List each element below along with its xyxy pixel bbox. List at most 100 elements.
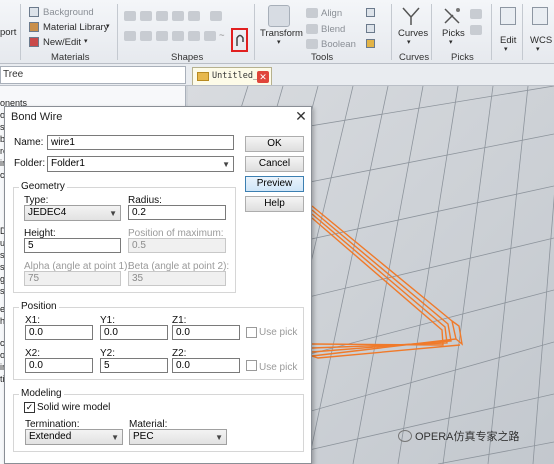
cancel-button[interactable]: Cancel (245, 156, 304, 172)
edit-icon[interactable] (500, 7, 516, 25)
tool-icon[interactable] (366, 24, 375, 33)
picks-button[interactable]: Picks (442, 28, 465, 39)
solid-wire-checkbox[interactable]: ✓ (24, 402, 35, 413)
pick-option-icon[interactable] (470, 9, 482, 19)
picks-icon[interactable] (441, 5, 463, 27)
curves-button[interactable]: Curves (398, 28, 428, 39)
chevron-down-icon: ▾ (106, 23, 110, 30)
edit-button[interactable]: Edit (500, 35, 516, 46)
sphere-shape-icon[interactable] (140, 11, 152, 21)
y2-field[interactable]: 5 (100, 358, 168, 373)
x1-field[interactable]: 0.0 (25, 325, 93, 340)
y1-field[interactable]: 0.0 (100, 325, 168, 340)
bond-wire-highlight (231, 28, 248, 52)
chevron-down-icon: ▾ (84, 38, 88, 45)
trace-shape-icon[interactable] (172, 31, 184, 41)
sweep-shape-icon[interactable] (156, 31, 168, 41)
material-value: PEC (133, 431, 154, 442)
chevron-down-icon: ▾ (536, 46, 540, 53)
position-of-maximum-field: 0.5 (128, 238, 226, 253)
use-pick-1-checkbox[interactable] (246, 327, 257, 338)
wire-shape-icon[interactable] (204, 31, 216, 41)
blend-button[interactable]: Blend (321, 24, 345, 35)
chevron-down-icon: ▼ (111, 433, 119, 442)
x2-field[interactable]: 0.0 (25, 358, 93, 373)
ok-button[interactable]: OK (245, 136, 304, 152)
document-tab-title: Untitled_0 (212, 71, 264, 81)
tool-icon[interactable] (366, 39, 375, 48)
type-select[interactable]: JEDEC4 ▼ (24, 205, 121, 221)
watermark-text: OPERA仿真专家之路 (415, 431, 520, 443)
blend-icon (306, 24, 318, 34)
geometry-title: Geometry (19, 181, 67, 192)
height-field[interactable]: 5 (24, 238, 121, 253)
material-select[interactable]: PEC ▼ (129, 429, 227, 445)
alpha-field: 75 (24, 271, 121, 286)
position-title: Position (19, 301, 59, 312)
ribbon-toolbar: port Background Material Library ▾ New/E… (0, 0, 554, 64)
z2-field[interactable]: 0.0 (172, 358, 240, 373)
z1-field[interactable]: 0.0 (172, 325, 240, 340)
loft-shape-icon[interactable] (140, 31, 152, 41)
wcs-icon[interactable] (532, 7, 548, 25)
materials-group-label: Materials (51, 52, 90, 63)
preview-button[interactable]: Preview (245, 176, 304, 192)
tools-group-label: Tools (311, 52, 334, 63)
cone-shape-icon[interactable] (172, 11, 184, 21)
chevron-down-icon: ▾ (449, 39, 453, 46)
name-label: Name: (14, 137, 44, 148)
tree-panel-header[interactable]: Tree (0, 66, 186, 84)
modeling-title: Modeling (19, 388, 64, 399)
brick-shape-icon[interactable] (124, 11, 136, 21)
close-dialog-icon[interactable]: ✕ (292, 108, 310, 124)
curves-icon[interactable] (400, 5, 422, 27)
transform-button[interactable]: Transform (260, 28, 303, 39)
import-label-cut[interactable]: port (0, 27, 16, 38)
use-pick-1-label: Use pick (259, 327, 298, 338)
use-pick-2-checkbox[interactable] (246, 360, 257, 371)
help-button[interactable]: Help (245, 196, 304, 212)
new-edit-button[interactable]: New/Edit (43, 37, 81, 48)
beta-field: 35 (128, 271, 226, 286)
shape-icon[interactable] (188, 31, 200, 41)
extrude-shape-icon[interactable] (210, 11, 222, 21)
picks-group-label: Picks (451, 52, 474, 63)
folder-label: Folder: (14, 158, 46, 169)
transform-icon[interactable] (268, 5, 290, 27)
type-value: JEDEC4 (28, 207, 67, 218)
chevron-down-icon: ▼ (215, 433, 223, 442)
shapes-group-label: Shapes (171, 52, 204, 63)
boolean-button[interactable]: Boolean (321, 39, 356, 50)
tree-tab-label: Tree (3, 69, 24, 80)
name-field[interactable]: wire1 (47, 135, 234, 150)
chevron-down-icon: ▾ (277, 39, 281, 46)
folder-select[interactable]: Folder1 ▼ (47, 156, 234, 172)
rotate-shape-icon[interactable] (124, 31, 136, 41)
chevron-down-icon: ▼ (222, 160, 230, 169)
close-tab-icon[interactable]: ✕ (257, 71, 269, 83)
material-library-button[interactable]: Material Library (43, 22, 108, 33)
radius-field[interactable]: 0.2 (128, 205, 226, 220)
background-icon (29, 7, 39, 17)
tool-icon[interactable] (366, 8, 375, 17)
boolean-icon (306, 39, 318, 49)
chevron-down-icon: ▾ (407, 39, 411, 46)
arc-icon[interactable]: ~ (219, 30, 225, 41)
torus-shape-icon[interactable] (188, 11, 200, 21)
background-button[interactable]: Background (43, 7, 94, 18)
watermark: OPERA仿真专家之路 (398, 428, 520, 446)
use-pick-2-label: Use pick (259, 362, 298, 373)
termination-select[interactable]: Extended ▼ (25, 429, 123, 445)
cylinder-shape-icon[interactable] (156, 11, 168, 21)
termination-value: Extended (29, 431, 72, 442)
align-button[interactable]: Align (321, 8, 342, 19)
folder-value: Folder1 (51, 158, 85, 169)
align-icon (306, 8, 318, 18)
folder-icon (197, 72, 209, 81)
wcs-button[interactable]: WCS (530, 35, 552, 46)
solid-wire-label: Solid wire model (37, 402, 111, 413)
document-tab[interactable]: Untitled_0 ✕ (192, 67, 272, 85)
pick-option-icon[interactable] (470, 25, 482, 35)
material-library-icon (29, 22, 39, 32)
curves-group-label: Curves (399, 52, 430, 63)
